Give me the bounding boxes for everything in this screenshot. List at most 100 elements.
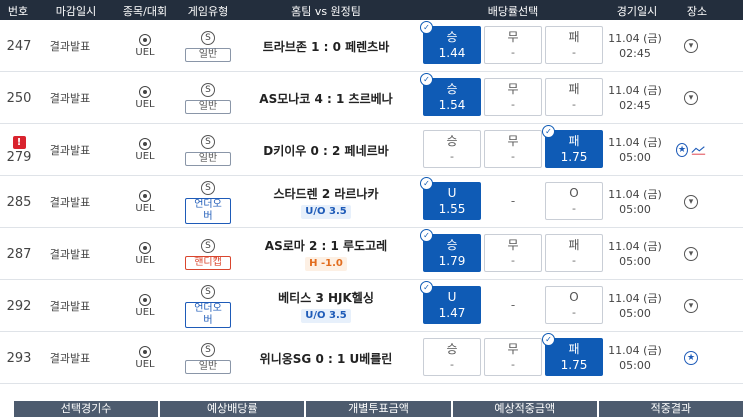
- table-row: 292 결과발표 UEL S 언더오버 베티스 3 HJK헬싱 U/O 3.5 ✓ U 1.47 -…: [0, 280, 743, 332]
- match-cell: AS모나코 4 : 1 츠르베나: [245, 72, 407, 124]
- location-pin-icon[interactable]: ▾: [684, 91, 698, 105]
- odds-button-away[interactable]: 패-: [545, 26, 603, 64]
- match-time: 05:00: [619, 359, 651, 372]
- odds-label: 패: [568, 238, 580, 252]
- location-pin-icon[interactable]: ▾: [684, 195, 698, 209]
- place-cell: ▾: [676, 72, 706, 124]
- odds-button-away[interactable]: O-: [545, 286, 603, 324]
- match-time: 05:00: [619, 255, 651, 268]
- odds-value: 1.44: [438, 46, 466, 60]
- odds-button-away[interactable]: 패-: [545, 78, 603, 116]
- single-game-icon: S: [201, 342, 215, 357]
- check-icon: ✓: [542, 333, 555, 346]
- trend-chart-icon[interactable]: [691, 144, 706, 156]
- game-type-cell: S 일반: [175, 72, 241, 124]
- odds-button-home[interactable]: ✓ 승 1.54: [420, 73, 481, 116]
- odds-label: 패: [568, 342, 580, 356]
- match-date: 11.04 (금): [608, 240, 662, 253]
- row-number: 279: [6, 149, 32, 165]
- game-type-cell: S 언더오버: [175, 280, 241, 332]
- game-type-badge: 일반: [185, 47, 231, 62]
- single-game-icon: S: [201, 238, 215, 253]
- odds-button-away[interactable]: ✓ 패 1.75: [542, 125, 603, 168]
- single-game-icon: S: [201, 180, 215, 195]
- soccer-ball-icon: [139, 137, 151, 150]
- check-icon: ✓: [542, 125, 555, 138]
- deadline-status: 결과발표: [49, 40, 91, 53]
- table-row: 293 결과발표 UEL S 일반 위니옹SG 0 : 1 U베를린 승 - 무 - ✓ 패 1.75 1…: [0, 332, 743, 384]
- handicap-label: H -1.0: [305, 257, 347, 271]
- place-cell: ▾: [676, 228, 706, 280]
- game-type-badge: 일반: [185, 359, 231, 374]
- header-league: 종목/대회: [122, 5, 168, 18]
- odds-value: -: [511, 46, 515, 59]
- match-time: 02:45: [619, 47, 651, 60]
- row-number-cell: 285: [0, 176, 38, 228]
- match-score: AS모나코 4 : 1 츠르베나: [259, 91, 393, 106]
- odds-button-away[interactable]: ✓ 패 1.75: [542, 333, 603, 376]
- header-deadline: 마감일시: [55, 5, 97, 18]
- match-datetime: 11.04 (금) 05:00: [603, 228, 667, 280]
- footer-selected-count: 선택경기수: [14, 401, 159, 417]
- league-name: UEL: [135, 306, 155, 318]
- odds-value: -: [572, 98, 576, 111]
- handicap-label: U/O 3.5: [301, 309, 351, 323]
- row-number: 247: [6, 38, 32, 54]
- odds-label: 승: [446, 238, 458, 252]
- match-date: 11.04 (금): [608, 292, 662, 305]
- odds-label: 승: [446, 134, 458, 148]
- row-number-cell: 287: [0, 228, 38, 280]
- star-pin-icon[interactable]: ★: [676, 143, 688, 157]
- location-pin-icon[interactable]: ▾: [684, 299, 698, 313]
- odds-button-home[interactable]: ✓ U 1.47: [420, 281, 481, 324]
- game-type-cell: S 일반: [175, 20, 241, 72]
- deadline-status: 결과발표: [49, 196, 91, 209]
- league-name: UEL: [135, 358, 155, 370]
- star-pin-icon[interactable]: ★: [684, 351, 698, 365]
- match-date: 11.04 (금): [608, 344, 662, 357]
- odds-value: -: [511, 98, 515, 111]
- odds-button-draw[interactable]: 무-: [484, 338, 542, 376]
- footer-result: 적중결과: [598, 401, 743, 417]
- match-score: D키이우 0 : 2 페네르바: [263, 143, 389, 158]
- game-type-cell: S 일반: [175, 332, 241, 384]
- match-cell: 베티스 3 HJK헬싱 U/O 3.5: [245, 280, 407, 332]
- odds-button-away[interactable]: 패-: [545, 234, 603, 272]
- game-type-cell: S 일반: [175, 124, 241, 176]
- location-pin-icon[interactable]: ▾: [684, 39, 698, 53]
- odds-label: O: [569, 290, 579, 304]
- game-type-badge: 일반: [185, 151, 231, 166]
- odds-button-draw[interactable]: 무-: [484, 234, 542, 272]
- match-cell: D키이우 0 : 2 페네르바: [245, 124, 407, 176]
- row-number-cell: 247: [0, 20, 38, 72]
- odds-label: 무: [507, 342, 519, 356]
- location-pin-icon[interactable]: ▾: [684, 247, 698, 261]
- match-date: 11.04 (금): [608, 32, 662, 45]
- odds-button-home[interactable]: 승-: [423, 338, 481, 376]
- odds-button-away[interactable]: O-: [545, 182, 603, 220]
- odds-label: 무: [507, 238, 519, 252]
- odds-button-draw[interactable]: 무-: [484, 26, 542, 64]
- odds-button-home[interactable]: ✓ 승 1.44: [420, 21, 481, 64]
- odds-value: 1.79: [438, 254, 466, 268]
- row-number: 287: [6, 246, 32, 262]
- match-date: 11.04 (금): [608, 84, 662, 97]
- odds-value: 1.54: [438, 98, 466, 112]
- odds-button-draw[interactable]: 무-: [484, 78, 542, 116]
- match-datetime: 11.04 (금) 05:00: [603, 280, 667, 332]
- match-time: 02:45: [619, 99, 651, 112]
- table-row: 250 결과발표 UEL S 일반 AS모나코 4 : 1 츠르베나 ✓ 승 1.54 무 - 패 -1…: [0, 72, 743, 124]
- odds-button-home[interactable]: ✓ 승 1.79: [420, 229, 481, 272]
- odds-value: 1.75: [560, 358, 588, 372]
- odds-button-draw[interactable]: 무-: [484, 130, 542, 168]
- odds-label: U: [447, 290, 457, 304]
- odds-label: 무: [507, 134, 519, 148]
- match-cell: AS로마 2 : 1 루도고레 H -1.0: [245, 228, 407, 280]
- place-cell: ▾: [676, 176, 706, 228]
- odds-button-home[interactable]: 승-: [423, 130, 481, 168]
- deadline-status: 결과발표: [49, 300, 91, 313]
- row-number: 250: [6, 90, 32, 106]
- header-odds: 배당률선택: [487, 5, 539, 18]
- odds-button-home[interactable]: ✓ U 1.55: [420, 177, 481, 220]
- odds-label: 승: [446, 30, 458, 44]
